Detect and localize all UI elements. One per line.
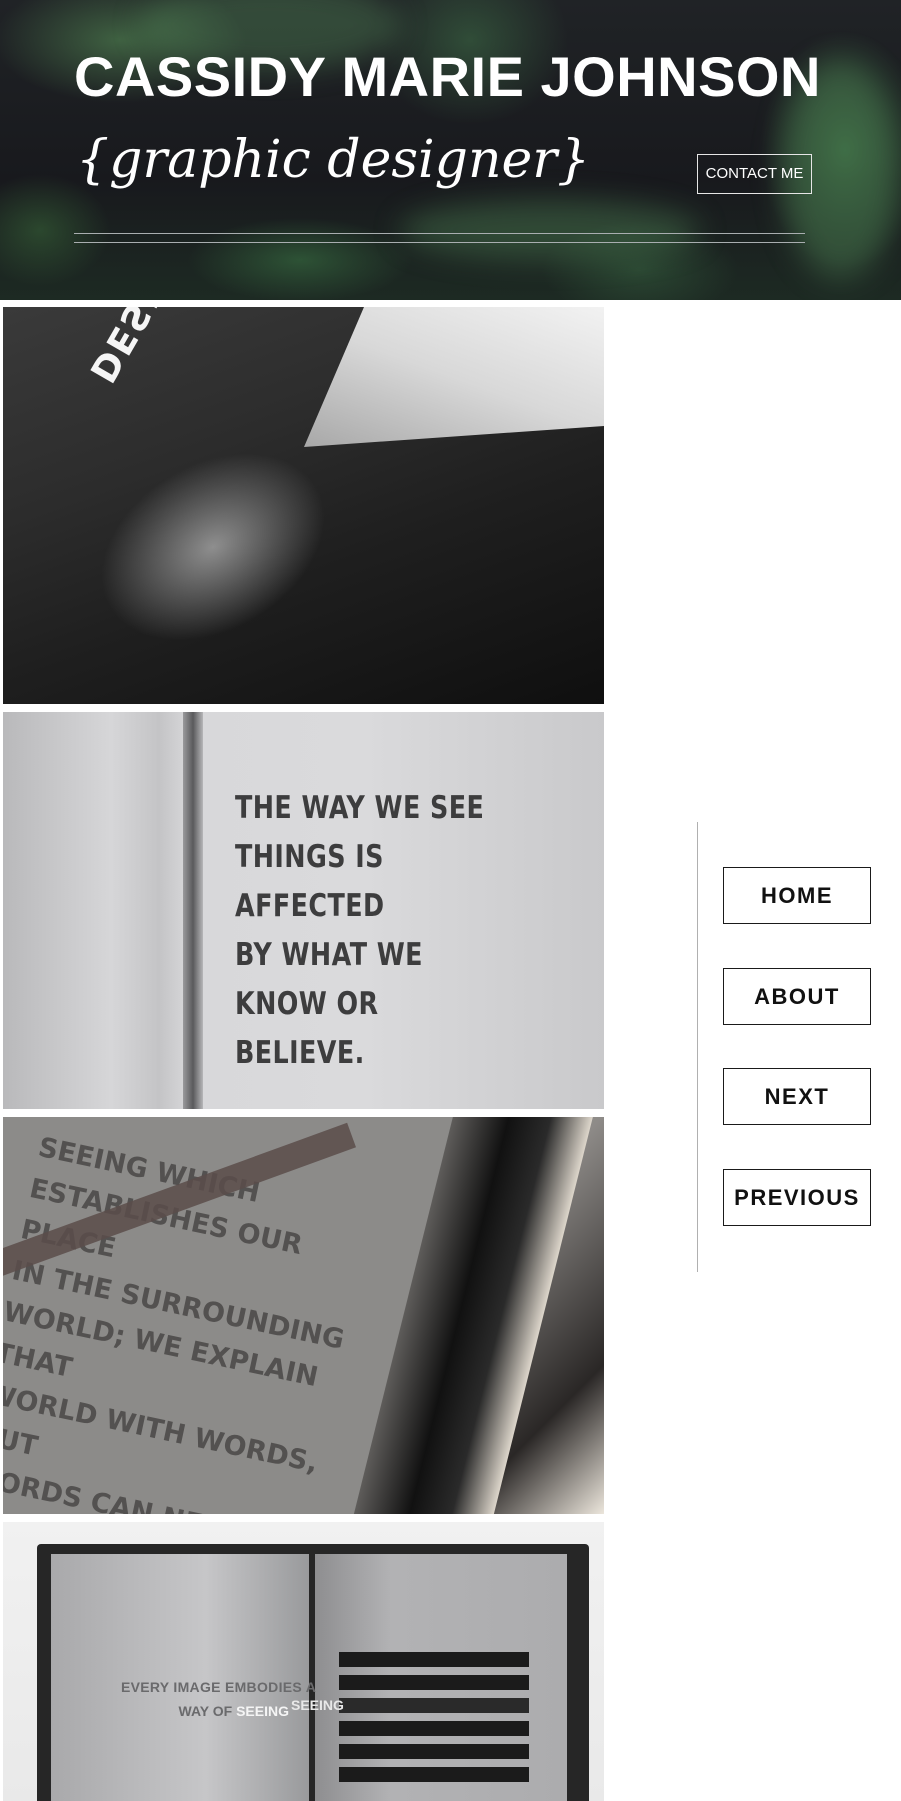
nav-next-button[interactable]: NEXT [723, 1068, 871, 1125]
redaction-bar [339, 1721, 529, 1736]
gallery-photo-book-angle[interactable]: SEEING WHICH ESTABLISHES OUR PLACE IN TH… [3, 1117, 604, 1514]
nav-divider [697, 822, 698, 1272]
gallery-photo-open-book-spread[interactable]: EVERY IMAGE EMBODIES A WAY OF SEEING SEE… [3, 1522, 604, 1801]
header-foliage [400, 200, 700, 260]
photo-cover-text: DESIGN SEEING WAYS [81, 307, 355, 389]
gallery-photo-book-cover[interactable]: DESIGN SEEING WAYS [3, 307, 604, 704]
book-caption-line: EVERY IMAGE EMBODIES A [121, 1679, 317, 1695]
redaction-bar [339, 1652, 529, 1667]
book-left-page [51, 1554, 309, 1801]
gallery-photo-open-book-quote[interactable]: THE WAY WE SEE THINGS IS AFFECTED BY WHA… [3, 712, 604, 1109]
nav-home-button[interactable]: HOME [723, 867, 871, 924]
caption-highlight: SEEING [236, 1703, 289, 1719]
site-title: CASSIDY MARIE JOHNSON [74, 45, 821, 108]
redaction-bars: SEEING [291, 1652, 529, 1790]
nav-previous-button[interactable]: PREVIOUS [723, 1169, 871, 1226]
redaction-bar: SEEING [291, 1697, 529, 1713]
redaction-bar [339, 1675, 529, 1690]
header-divider [74, 233, 805, 234]
caption-prefix: WAY OF [178, 1703, 237, 1719]
book-quote-text: THE WAY WE SEE THINGS IS AFFECTED BY WHA… [235, 790, 485, 1071]
redaction-bar [339, 1767, 529, 1782]
contact-me-button[interactable]: CONTACT ME [697, 154, 812, 194]
site-header: CASSIDY MARIE JOHNSON {graphic designer}… [0, 0, 901, 300]
book-caption-line: WAY OF SEEING [121, 1703, 289, 1719]
redaction-bar-label: SEEING [291, 1697, 344, 1713]
site-subtitle: {graphic designer} [76, 130, 591, 190]
nav-about-button[interactable]: ABOUT [723, 968, 871, 1025]
header-divider [74, 242, 805, 243]
photo-light-reflection [55, 404, 371, 690]
book-gutter [183, 712, 203, 1109]
photo-wall-light [304, 307, 604, 447]
redaction-bar [339, 1744, 529, 1759]
